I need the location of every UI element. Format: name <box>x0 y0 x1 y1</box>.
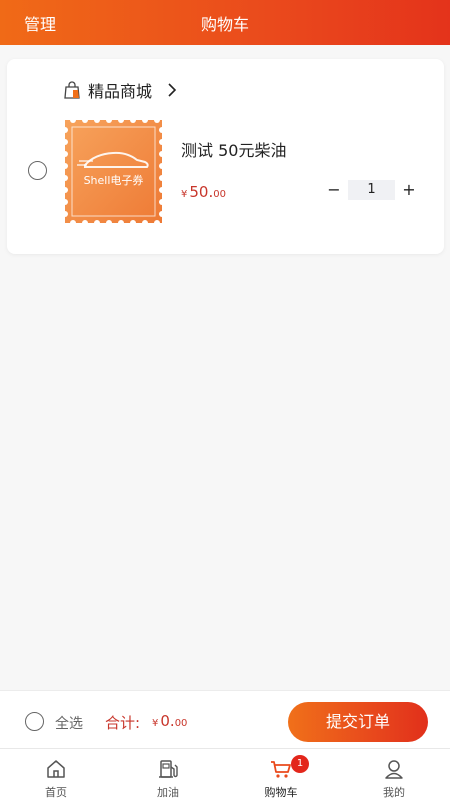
home-icon <box>0 758 112 782</box>
bottom-tab-bar: 首页 加油 1 购物车 我的 <box>0 748 450 800</box>
decrease-quantity-button[interactable]: − <box>325 180 343 200</box>
fuel-pump-icon <box>112 758 224 782</box>
cart-store-card: 精品商城 Shell电子券 测试 50元柴油 ¥ 50.00 − 1 + <box>7 59 444 254</box>
cart-icon <box>225 758 337 782</box>
checkout-bar: 全选 合计: ¥0.00 提交订单 <box>0 690 450 748</box>
page-title: 购物车 <box>200 15 249 34</box>
tab-cart[interactable]: 1 购物车 <box>225 749 337 800</box>
tab-home[interactable]: 首页 <box>0 749 112 800</box>
store-name: 精品商城 <box>88 82 153 101</box>
user-icon <box>338 758 450 782</box>
select-all-label[interactable]: 全选 <box>55 713 83 733</box>
tab-profile[interactable]: 我的 <box>338 749 450 800</box>
increase-quantity-button[interactable]: + <box>400 180 418 200</box>
coupon-label: Shell电子券 <box>83 174 144 187</box>
cart-count-badge: 1 <box>291 755 309 773</box>
total-amount: ¥0.00 <box>152 712 188 730</box>
tab-fuel[interactable]: 加油 <box>112 749 224 800</box>
submit-order-button[interactable]: 提交订单 <box>288 702 428 742</box>
product-name[interactable]: 测试 50元柴油 <box>181 137 286 161</box>
product-thumbnail[interactable]: Shell电子券 <box>65 120 162 223</box>
tab-label: 首页 <box>45 786 67 799</box>
tab-label: 加油 <box>157 786 179 799</box>
tab-label: 购物车 <box>264 786 298 799</box>
total-label: 合计: <box>105 714 141 732</box>
item-select-radio[interactable] <box>28 161 47 180</box>
chevron-right-icon <box>166 82 178 98</box>
store-link[interactable]: 精品商城 <box>64 79 178 101</box>
product-price: ¥50.00 <box>181 183 226 201</box>
select-all-radio[interactable] <box>25 712 44 731</box>
header-bar: 管理 购物车 <box>0 0 450 45</box>
shopping-bag-icon <box>64 81 80 99</box>
tab-label: 我的 <box>383 786 405 799</box>
quantity-field[interactable]: 1 <box>348 180 395 200</box>
